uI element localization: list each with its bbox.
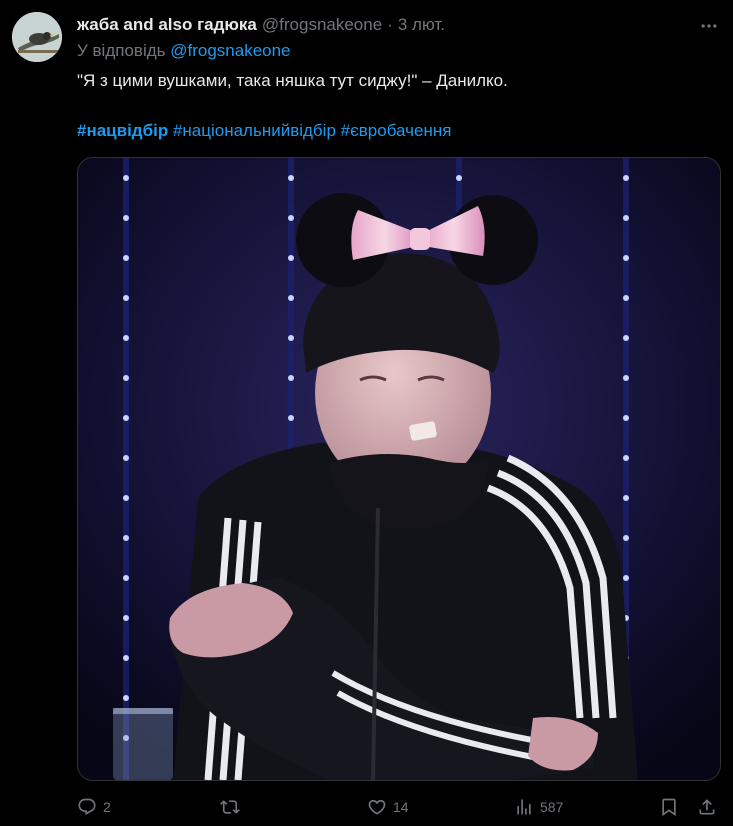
author-handle[interactable]: @frogsnakeone [262,15,382,35]
like-count: 14 [393,799,409,815]
reply-bubble-icon [78,798,96,816]
hashtags: #нацвідбір #національнийвідбір #євробаче… [77,120,451,142]
reply-prefix: У відповідь [77,41,166,60]
heart-icon [368,799,386,815]
share-button[interactable] [697,795,717,819]
share-upload-icon [699,799,715,815]
separator-dot: · [387,15,393,34]
reply-count: 2 [103,799,111,815]
hashtag-link[interactable]: #національнийвідбір [173,121,336,140]
tweet-actions: 2 14 587 [77,795,719,819]
bookmark-icon [662,798,676,817]
like-button[interactable]: 14 [367,795,409,819]
reply-context: У відповідь @frogsnakeone [77,41,291,61]
more-button[interactable] [695,12,723,40]
more-horizontal-icon [701,24,717,28]
views-count: 587 [540,799,564,815]
tweet-date[interactable]: 3 лют. [398,15,445,35]
bookmark-button[interactable] [659,795,679,819]
hashtag-link[interactable]: #нацвідбір [77,121,168,140]
retweet-button[interactable] [220,795,246,819]
reply-button[interactable]: 2 [77,795,111,819]
author-name[interactable]: жаба and also гадюка [77,15,257,35]
tweet-text: "Я з цими вушками, така няшка тут сиджу!… [77,71,508,90]
avatar[interactable] [12,12,62,62]
reply-to-link[interactable]: @frogsnakeone [170,41,290,60]
tweet-media[interactable] [77,157,721,781]
retweet-icon [220,800,240,814]
tweet: жаба and also гадюка @frogsnakeone · 3 л… [0,0,733,826]
media-photo [78,158,720,780]
views-button[interactable]: 587 [514,795,563,819]
hashtag-link[interactable]: #євробачення [341,121,452,140]
views-bar-chart-icon [517,799,531,815]
tweet-header: жаба and also гадюка @frogsnakeone · 3 л… [77,14,445,36]
avatar-image [12,12,62,62]
